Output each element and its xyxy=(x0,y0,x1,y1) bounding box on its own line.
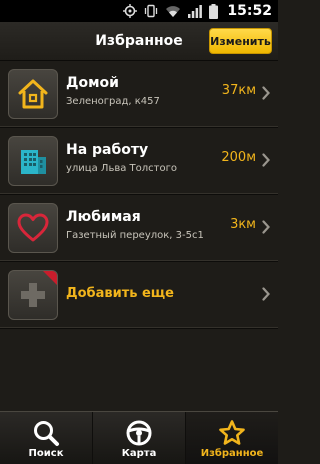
house-icon xyxy=(8,69,58,119)
tab-label: Поиск xyxy=(28,448,64,459)
tab-map[interactable]: Карта xyxy=(92,412,185,464)
favorite-title: Любимая xyxy=(66,209,141,225)
favorite-distance: 200м xyxy=(221,150,256,165)
favorite-title: Домой xyxy=(66,75,119,91)
chevron-right-icon xyxy=(262,287,270,301)
chevron-right-icon xyxy=(262,86,270,100)
battery-icon xyxy=(209,3,219,19)
tab-label: Избранное xyxy=(200,448,264,459)
chevron-right-icon xyxy=(262,220,270,234)
signal-icon xyxy=(188,4,203,18)
office-building-icon xyxy=(8,136,58,186)
add-favorite-label: Добавить еще xyxy=(66,286,174,301)
favorites-list: Домой Зеленоград, к457 37км На работу ул… xyxy=(0,61,278,329)
favorite-item-home[interactable]: Домой Зеленоград, к457 37км xyxy=(0,61,278,128)
search-icon xyxy=(32,419,60,447)
tab-favorites[interactable]: Избранное xyxy=(185,412,278,464)
favorite-title: На работу xyxy=(66,142,149,158)
status-bar: 15:52 xyxy=(0,0,278,22)
tab-label: Карта xyxy=(121,448,157,459)
heart-icon xyxy=(8,203,58,253)
header: Избранное Изменить xyxy=(0,22,278,61)
favorite-distance: 37км xyxy=(221,83,256,98)
edit-button[interactable]: Изменить xyxy=(209,28,272,54)
favorite-item-work[interactable]: На работу улица Льва Толстого 200м xyxy=(0,128,278,195)
star-icon xyxy=(218,419,246,447)
bottom-tab-bar: Поиск Карта Избранное xyxy=(0,411,278,464)
chevron-right-icon xyxy=(262,153,270,167)
plus-icon xyxy=(8,270,58,320)
map-steering-icon xyxy=(125,419,153,447)
favorite-address: Газетный переулок, 3-5с1 xyxy=(66,230,204,241)
favorite-item-beloved[interactable]: Любимая Газетный переулок, 3-5с1 3км xyxy=(0,195,278,262)
vibrate-icon xyxy=(144,4,158,18)
wifi-icon xyxy=(165,5,181,18)
status-time: 15:52 xyxy=(227,3,272,19)
favorite-address: Зеленоград, к457 xyxy=(66,96,160,107)
add-favorite-item[interactable]: Добавить еще xyxy=(0,262,278,329)
favorite-address: улица Льва Толстого xyxy=(66,163,177,174)
favorite-distance: 3км xyxy=(230,217,256,232)
location-target-icon xyxy=(123,4,138,18)
tab-search[interactable]: Поиск xyxy=(0,412,92,464)
